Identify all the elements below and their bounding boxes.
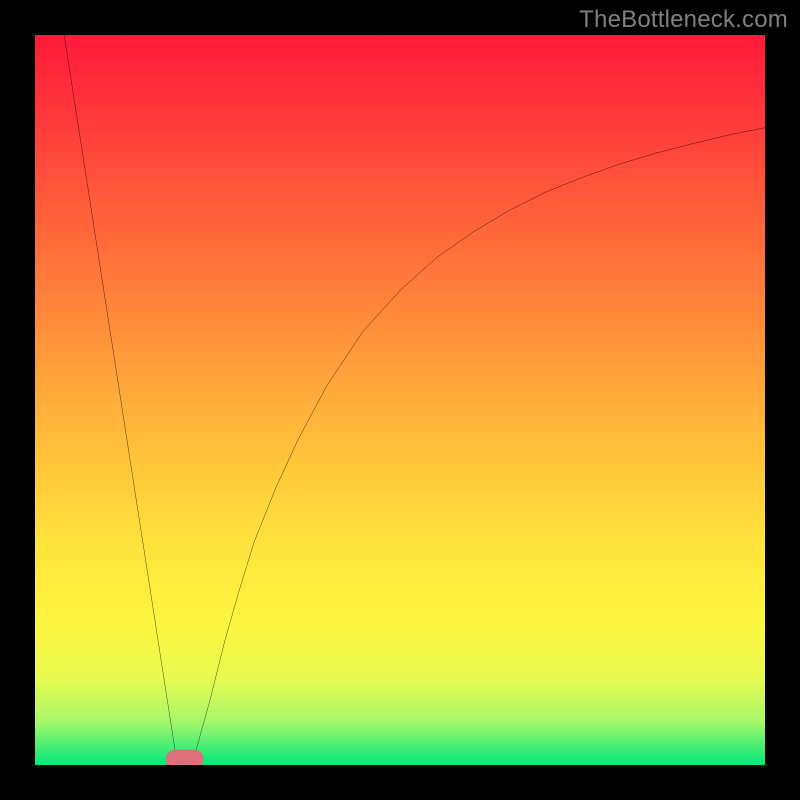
marker-group: [166, 750, 204, 765]
optimum-marker: [166, 750, 204, 765]
watermark-text: TheBottleneck.com: [579, 6, 788, 34]
plot-area: [35, 35, 765, 765]
chart-svg: [35, 35, 765, 765]
gradient-background: [35, 35, 765, 765]
chart-frame: TheBottleneck.com: [0, 0, 800, 800]
